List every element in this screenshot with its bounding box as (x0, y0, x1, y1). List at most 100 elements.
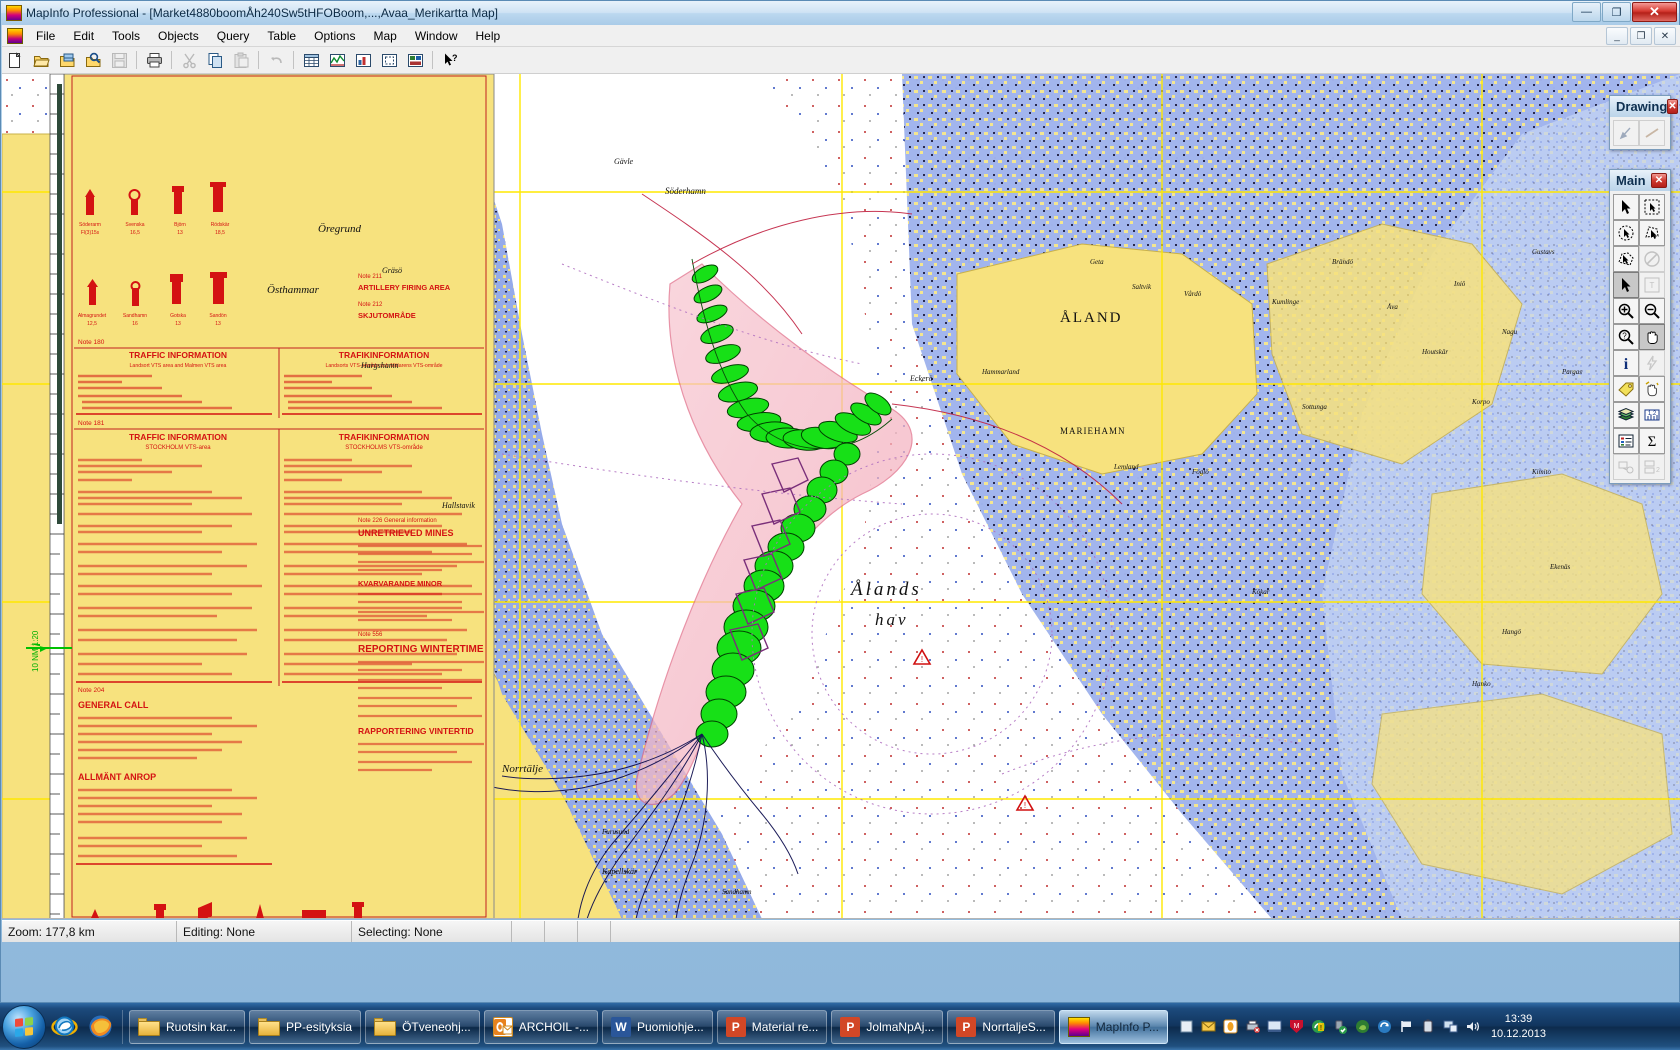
label-tool[interactable] (1613, 376, 1639, 402)
open-dbms-table-button[interactable] (81, 49, 105, 72)
symbol-tool[interactable] (1613, 120, 1639, 146)
window-restore-button[interactable]: ❐ (1602, 2, 1631, 22)
undo-button[interactable] (264, 49, 288, 72)
taskitem-jolmanpaj[interactable]: P JolmaNpAj... (831, 1009, 944, 1044)
firefox-quicklaunch-icon[interactable] (85, 1012, 115, 1042)
add-district-button[interactable]: 2 (1639, 454, 1665, 480)
info-tool[interactable]: i (1613, 350, 1639, 376)
nautical-chart-canvas[interactable]: ! ! SöderarmFl(3)15s Svenska16,5 Björn13… (2, 74, 1680, 919)
tray-volume-icon[interactable] (1464, 1018, 1481, 1035)
tray-flag-icon[interactable] (1398, 1018, 1415, 1035)
status-zoom[interactable]: Zoom: 177,8 km (2, 921, 177, 942)
taskitem-mapinfo[interactable]: MapInfo P... (1058, 1009, 1168, 1044)
status-editing[interactable]: Editing: None (177, 921, 352, 942)
pan-tool[interactable] (1639, 324, 1665, 350)
taskitem-pp-esityksia[interactable]: PP-esityksia (249, 1009, 362, 1044)
taskitem-archoil[interactable]: ARCHOIL -... (483, 1009, 598, 1044)
ie-quicklaunch-icon[interactable] (49, 1012, 79, 1042)
new-browser-button[interactable] (299, 49, 323, 72)
tray-display-icon[interactable] (1266, 1018, 1283, 1035)
tray-nvidia-icon[interactable] (1354, 1018, 1371, 1035)
menu-help[interactable]: Help (467, 26, 510, 46)
taskitem-norrtaljes[interactable]: P NorrtaljeS... (947, 1009, 1055, 1044)
menu-objects[interactable]: Objects (149, 26, 208, 46)
help-pointer-button[interactable]: ? (438, 49, 462, 72)
main-palette[interactable]: Main ✕ T ? i 1.2 Σ 2 (1609, 169, 1671, 484)
paste-button[interactable] (229, 49, 253, 72)
mdi-close-button[interactable]: ✕ (1654, 27, 1676, 45)
hotlink-tool[interactable] (1639, 350, 1665, 376)
start-button[interactable] (2, 1004, 46, 1049)
menu-map[interactable]: Map (364, 26, 405, 46)
legend-button[interactable] (1613, 428, 1639, 454)
unselect-all-tool[interactable] (1639, 246, 1665, 272)
mdi-restore-button[interactable]: ❐ (1630, 27, 1652, 45)
tray-printer-icon[interactable] (1244, 1018, 1261, 1035)
status-selecting[interactable]: Selecting: None (352, 921, 512, 942)
status-pane-4[interactable] (512, 921, 545, 942)
menu-tools[interactable]: Tools (103, 26, 149, 46)
new-redistricter-button[interactable] (403, 49, 427, 72)
taskitem-material-re[interactable]: P Material re... (716, 1009, 828, 1044)
radius-select-tool[interactable] (1613, 220, 1639, 246)
drawing-palette-close-button[interactable]: ✕ (1667, 99, 1678, 114)
new-mapper-button[interactable] (325, 49, 349, 72)
menu-file[interactable]: File (27, 26, 64, 46)
graph-select-tool[interactable]: T (1639, 272, 1665, 298)
polygon-select-tool[interactable] (1639, 220, 1665, 246)
tray-network-warning-icon[interactable]: ! (1310, 1018, 1327, 1035)
mdi-document-icon[interactable] (7, 27, 23, 44)
cut-button[interactable] (177, 49, 201, 72)
taskitem-ruotsin-kar[interactable]: Ruotsin kar... (129, 1009, 246, 1044)
main-palette-close-button[interactable]: ✕ (1651, 173, 1667, 188)
window-minimize-button[interactable]: — (1572, 2, 1601, 22)
marquee-select-tool[interactable] (1639, 194, 1665, 220)
taskbar-clock[interactable]: 13:39 10.12.2013 (1491, 1012, 1546, 1042)
status-pane-6[interactable] (578, 921, 611, 942)
drawing-palette-titlebar[interactable]: Drawing ✕ (1610, 96, 1678, 117)
menu-edit[interactable]: Edit (64, 26, 103, 46)
tray-office-icon[interactable] (1222, 1018, 1239, 1035)
menu-table[interactable]: Table (258, 26, 305, 46)
main-palette-titlebar[interactable]: Main ✕ (1610, 170, 1670, 191)
status-pane-5[interactable] (545, 921, 578, 942)
open-workspace-button[interactable] (55, 49, 79, 72)
tray-blank-icon[interactable] (1178, 1018, 1195, 1035)
tray-usb-icon[interactable] (1332, 1018, 1349, 1035)
tray-monitor-icon[interactable] (1442, 1018, 1459, 1035)
window-titlebar[interactable]: MapInfo Professional - [Market4880boomÅh… (1, 1, 1679, 25)
info-zoom-tool[interactable]: ? (1613, 324, 1639, 350)
menu-window[interactable]: Window (406, 26, 467, 46)
statistics-button[interactable]: Σ (1639, 428, 1665, 454)
invert-selection-tool[interactable] (1613, 272, 1639, 298)
copy-button[interactable] (203, 49, 227, 72)
print-button[interactable] (142, 49, 166, 72)
select-tool[interactable] (1613, 194, 1639, 220)
new-table-button[interactable] (3, 49, 27, 72)
tray-battery-icon[interactable] (1420, 1018, 1437, 1035)
layer-control-button[interactable] (1613, 402, 1639, 428)
map-window[interactable]: ! ! Söderarm Fl(3)15s Svenska 16,5 Björn… (2, 74, 1680, 919)
zoom-out-tool[interactable] (1639, 298, 1665, 324)
drawing-palette[interactable]: Drawing ✕ (1609, 95, 1678, 150)
new-grapher-button[interactable] (351, 49, 375, 72)
drag-map-window-tool[interactable] (1639, 376, 1665, 402)
line-tool[interactable] (1639, 120, 1665, 146)
taskitem-puomiohje[interactable]: W Puomiohje... (602, 1009, 713, 1044)
tray-mcafee-icon[interactable]: M (1288, 1018, 1305, 1035)
powerpoint-icon: P (956, 1016, 977, 1037)
open-table-button[interactable] (29, 49, 53, 72)
save-table-button[interactable] (107, 49, 131, 72)
boundary-select-tool[interactable] (1613, 246, 1639, 272)
taskitem-otveneohj[interactable]: ÖTveneohj... (365, 1009, 480, 1044)
window-close-button[interactable]: ✕ (1632, 2, 1677, 22)
tray-mail-icon[interactable] (1200, 1018, 1217, 1035)
tray-sync-icon[interactable] (1376, 1018, 1393, 1035)
zoom-in-tool[interactable] (1613, 298, 1639, 324)
menu-query[interactable]: Query (208, 26, 259, 46)
mdi-minimize-button[interactable]: _ (1606, 27, 1628, 45)
new-layout-button[interactable] (377, 49, 401, 72)
ruler-tool[interactable]: 1.2 (1639, 402, 1665, 428)
menu-options[interactable]: Options (305, 26, 364, 46)
set-target-district-button[interactable] (1613, 454, 1639, 480)
